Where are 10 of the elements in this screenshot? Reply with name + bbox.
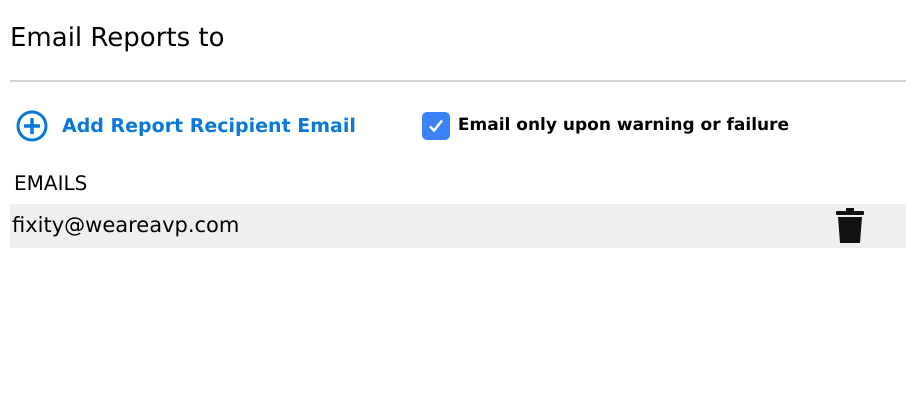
- page-title: Email Reports to: [10, 22, 226, 55]
- plus-circle-icon: [16, 110, 48, 142]
- column-heading: EMAILS: [14, 170, 88, 197]
- email-address: fixity@weareavp.com: [12, 212, 240, 240]
- checkmark-icon: [426, 117, 445, 135]
- checkbox-label: Email only upon warning or failure: [458, 114, 790, 138]
- checkbox[interactable]: [422, 112, 450, 140]
- delete-button[interactable]: [836, 208, 864, 244]
- trash-icon: [836, 208, 864, 244]
- add-recipient-link[interactable]: Add Report Recipient Email: [10, 110, 356, 142]
